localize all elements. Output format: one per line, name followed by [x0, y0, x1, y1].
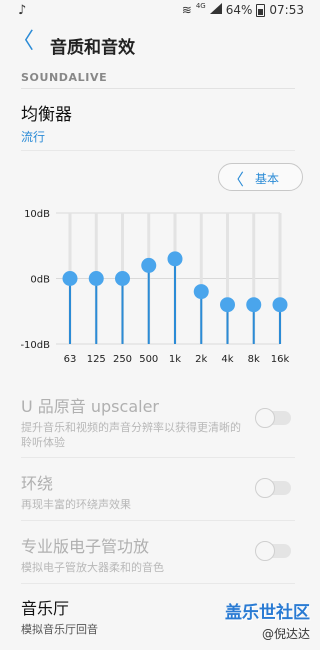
frequency-label: 125 — [87, 354, 106, 365]
tube-amp-toggle[interactable] — [255, 541, 291, 561]
band-level-125 — [95, 278, 98, 344]
upscaler-toggle[interactable] — [255, 408, 291, 428]
band-knob-63[interactable] — [62, 271, 78, 286]
equalizer-setting[interactable]: 均衡器 流行 — [21, 98, 281, 148]
section-header-soundalive: SOUNDALIVE — [21, 71, 108, 84]
band-knob-2k[interactable] — [193, 284, 209, 300]
band-knob-250[interactable] — [115, 271, 130, 286]
frequency-label: 4k — [221, 354, 233, 365]
status-bar: ♪ ≋ 4G 64% 07:53 — [0, 0, 316, 22]
chevron-left-icon: 〈 — [228, 170, 245, 189]
band-level-63 — [69, 278, 71, 344]
divider — [21, 88, 295, 89]
watermark: 盖乐世社区 @倪达达 — [225, 598, 310, 642]
divider — [21, 583, 295, 584]
setting-description: 再现丰富的环绕声效果 — [21, 498, 131, 511]
equalizer-chart: 10dB 0dB -10dB 63 125 250 500 1k 2k 4k 8k 16k — [0, 198, 316, 376]
setting-description: 提升音乐和视频的声音分辨率以获得更清晰的聆听体验 — [21, 421, 241, 449]
back-button[interactable]: 〈 — [12, 30, 36, 56]
divider — [21, 457, 295, 458]
frequency-label: 16k — [271, 354, 290, 365]
watermark-user: @倪达达 — [261, 627, 310, 641]
band-level-250 — [121, 278, 124, 344]
band-knob-125[interactable] — [88, 271, 104, 286]
watermark-logo: 盖乐世社区 — [225, 603, 310, 623]
music-note-icon: ♪ — [18, 3, 27, 18]
surround-toggle[interactable] — [255, 478, 291, 498]
y-tick-label: -10dB — [20, 340, 50, 351]
frequency-label: 500 — [139, 354, 158, 365]
frequency-label: 8k — [248, 354, 260, 365]
frequency-label: 250 — [113, 354, 132, 365]
preset-button[interactable]: 〈 基本 — [218, 163, 303, 191]
wifi-icon: ≋ — [181, 3, 192, 17]
band-knob-16k[interactable] — [272, 297, 288, 313]
equalizer-title: 均衡器 — [21, 105, 72, 125]
frequency-label: 63 — [64, 354, 77, 365]
y-tick-label: 10dB — [24, 209, 50, 220]
y-tick-label: 0dB — [30, 275, 50, 286]
setting-tube-amp[interactable]: 专业版电子管功放 模拟电子管放大器柔和的音色 — [21, 533, 301, 575]
divider — [21, 520, 295, 521]
toggle-knob — [255, 541, 275, 561]
app-bar: 〈 音质和音效 — [0, 22, 316, 66]
battery-icon — [256, 3, 266, 17]
toggle-knob — [255, 408, 275, 428]
page-title: 音质和音效 — [50, 38, 135, 58]
signal-icon — [209, 3, 222, 17]
toggle-knob — [255, 478, 275, 498]
frequency-label: 1k — [169, 354, 181, 365]
band-knob-8k[interactable] — [246, 297, 262, 313]
equalizer-preset: 流行 — [21, 130, 46, 144]
setting-description: 模拟电子管放大器柔和的音色 — [21, 561, 164, 574]
status-icons: ≋ 4G 64% 07:53 — [178, 2, 304, 17]
band-knob-1k[interactable] — [167, 251, 183, 267]
band-level-1k — [174, 258, 176, 344]
battery-percent: 64% — [225, 3, 253, 17]
setting-surround[interactable]: 环绕 再现丰富的环绕声效果 — [21, 470, 301, 512]
frequency-label: 2k — [195, 354, 207, 365]
divider — [21, 150, 295, 151]
clock: 07:53 — [269, 3, 304, 17]
band-level-2k — [200, 291, 203, 344]
band-knob-500[interactable] — [141, 257, 157, 273]
setting-upscaler[interactable]: U 品原音 upscaler 提升音乐和视频的声音分辨率以获得更清晰的聆听体验 — [21, 393, 301, 450]
band-knob-4k[interactable] — [220, 297, 235, 313]
preset-button-label: 基本 — [255, 172, 280, 186]
network-type: 4G — [195, 2, 206, 10]
equalizer-svg: 10dB 0dB -10dB 63 125 250 500 1k 2k 4k 8k 16k — [20, 209, 290, 365]
band-level-500 — [147, 265, 150, 344]
setting-description: 模拟音乐厅回音 — [21, 623, 98, 636]
